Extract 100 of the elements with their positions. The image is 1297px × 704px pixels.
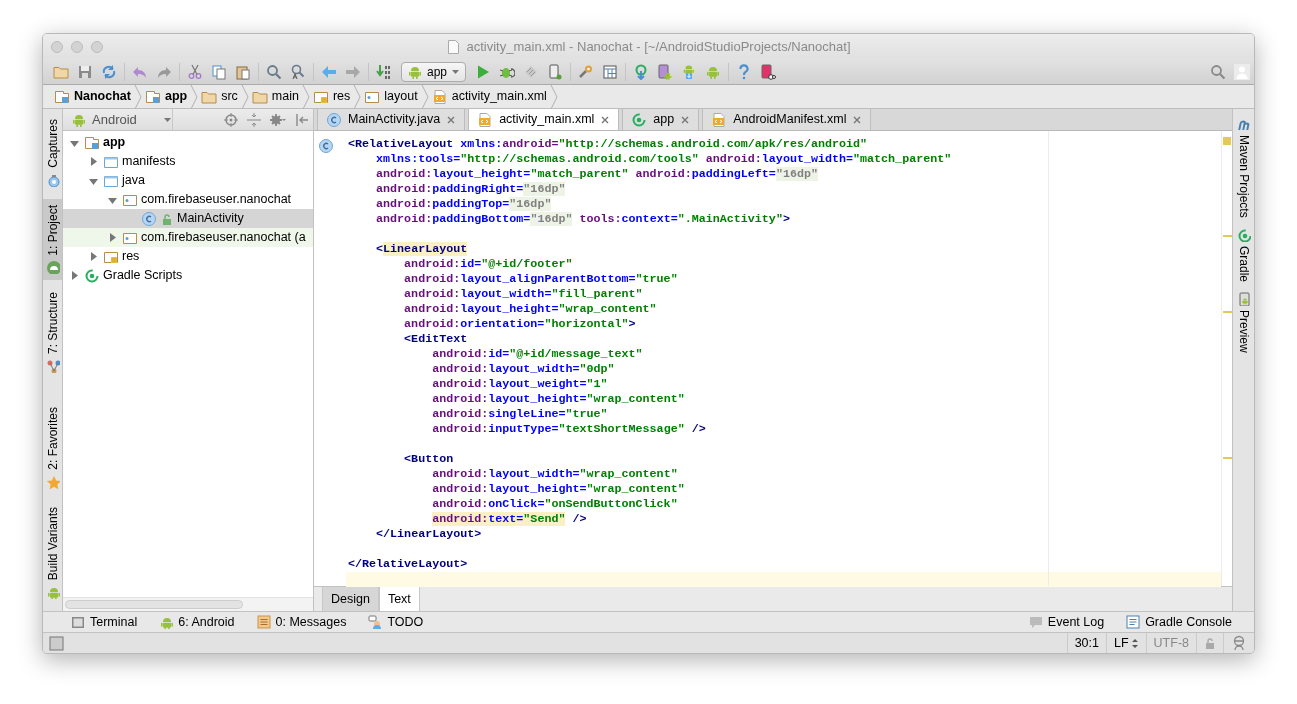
android-icon xyxy=(159,615,174,629)
tree-item[interactable]: Gradle Scripts xyxy=(63,266,313,285)
close-icon[interactable] xyxy=(600,114,611,125)
save-icon[interactable] xyxy=(77,63,93,80)
code-line: android:layout_width="0dp" xyxy=(431,362,616,377)
code-line: android:layout_height="wrap_content" xyxy=(431,482,686,497)
editor-tab[interactable]: activity_main.xml xyxy=(468,109,620,130)
breadcrumb-item[interactable]: activity_main.xml xyxy=(428,87,550,106)
search-icon[interactable] xyxy=(1210,63,1226,80)
class-icon xyxy=(141,210,157,227)
inspector-face-icon[interactable] xyxy=(1231,635,1247,651)
side-tab[interactable]: Captures xyxy=(43,119,62,168)
tool-window-button[interactable]: Gradle Console xyxy=(1126,612,1232,632)
breadcrumb-item[interactable]: main xyxy=(248,87,302,106)
search-icon[interactable] xyxy=(266,63,282,80)
code-line: </LinearLayout> xyxy=(375,527,483,542)
binary-download-icon[interactable] xyxy=(376,63,392,80)
tree-item[interactable]: MainActivity xyxy=(63,209,313,228)
side-tab[interactable]: Preview xyxy=(1234,309,1253,353)
code-line: xmlns:tools="http://schemas.android.com/tools" android:layout_width="match_parent" xyxy=(375,152,953,167)
device-android-icon[interactable] xyxy=(657,63,674,80)
code-line: <RelativeLayout xmlns:android="http://schemas.android.com/apk/res/android" xyxy=(347,137,869,152)
class-icon xyxy=(326,111,342,128)
breadcrumb-item[interactable]: app xyxy=(141,87,191,106)
device-bug-icon[interactable] xyxy=(547,63,564,80)
run-configuration-dropdown[interactable]: app xyxy=(401,61,467,82)
updown-arrows-icon xyxy=(1130,637,1139,649)
editor-view-tab[interactable]: Design xyxy=(322,587,379,611)
xml-file-icon xyxy=(431,88,448,105)
side-tab[interactable]: Gradle xyxy=(1234,245,1253,282)
code-line: <EditText xyxy=(403,332,469,347)
class-icon xyxy=(318,138,333,153)
star-icon xyxy=(45,474,60,489)
code-line: android:inputType="textShortMessage" /> xyxy=(431,422,707,437)
close-icon[interactable] xyxy=(852,114,863,125)
side-tab[interactable]: 7: Structure xyxy=(43,292,62,355)
code-line: android:layout_height="wrap_content" xyxy=(403,302,658,317)
collapse-all-icon[interactable] xyxy=(247,112,261,127)
breadcrumb-item[interactable]: src xyxy=(198,87,241,106)
code-line: android:layout_width="wrap_content" xyxy=(431,467,679,482)
copy-icon[interactable] xyxy=(211,63,227,80)
code-line: android:layout_width="fill_parent" xyxy=(403,287,644,302)
structure-icon xyxy=(45,359,60,374)
code-line: <Button xyxy=(403,452,455,467)
tree-item[interactable]: res xyxy=(63,247,313,266)
paste-icon[interactable] xyxy=(235,63,251,80)
replace-icon[interactable] xyxy=(290,63,306,80)
side-tab[interactable]: Maven Projects xyxy=(1234,135,1253,218)
editor-tab[interactable]: app xyxy=(622,109,700,130)
window-control-button[interactable] xyxy=(51,40,63,53)
coverage-icon[interactable] xyxy=(523,63,540,80)
camera-icon xyxy=(45,172,60,187)
lock-icon[interactable] xyxy=(1204,636,1216,650)
code-line: <LinearLayout xyxy=(375,242,469,257)
scissors-icon[interactable] xyxy=(187,63,203,80)
code-line: android:layout_height="match_parent" android:paddingLeft="16dp" xyxy=(375,167,819,182)
document-icon xyxy=(446,38,462,55)
window-control-button[interactable] xyxy=(91,40,103,53)
close-icon[interactable] xyxy=(446,114,457,125)
code-line: android:paddingRight="16dp" xyxy=(375,182,567,197)
hide-panel-icon[interactable] xyxy=(295,112,309,127)
preview-icon xyxy=(1236,291,1251,306)
tool-window-button[interactable]: 6: Android xyxy=(159,612,235,632)
editor-view-tab[interactable]: Text xyxy=(378,587,420,611)
tree-item[interactable]: app xyxy=(63,133,313,152)
tool-window-button[interactable]: Event Log xyxy=(1028,612,1105,632)
tree-item[interactable]: com.firebaseuser.nanochat (a xyxy=(63,228,313,247)
side-tab[interactable]: 2: Favorites xyxy=(43,407,62,470)
editor-tab[interactable]: AndroidManifest.xml xyxy=(702,109,872,130)
tool-window-button[interactable]: Terminal xyxy=(71,612,138,632)
settings-icon[interactable] xyxy=(270,112,286,127)
tool-windows-toggle-icon[interactable] xyxy=(49,635,64,651)
xml-file-icon xyxy=(711,111,728,128)
code-line: android:id="@+id/footer" xyxy=(403,257,574,272)
caret-position[interactable]: 30:1 xyxy=(1066,633,1106,653)
horizontal-scrollbar-thumb[interactable] xyxy=(65,600,243,609)
window-control-button[interactable] xyxy=(71,40,83,53)
breadcrumb-item[interactable]: Nanochat xyxy=(51,87,134,106)
tree-item[interactable]: manifests xyxy=(63,152,313,171)
device-record-icon[interactable] xyxy=(760,63,777,80)
tool-window-button[interactable]: 0: Messages xyxy=(256,612,347,632)
target-icon[interactable] xyxy=(224,112,238,127)
breadcrumb-item[interactable]: layout xyxy=(361,87,421,106)
tree-item[interactable]: com.firebaseuser.nanochat xyxy=(63,190,313,209)
android-head-icon xyxy=(45,260,60,275)
tree-item[interactable]: java xyxy=(63,171,313,190)
close-icon[interactable] xyxy=(680,114,691,125)
line-separator-selector[interactable]: LF xyxy=(1114,633,1129,653)
breadcrumb-item[interactable]: res xyxy=(309,87,354,106)
structure-grid-icon[interactable] xyxy=(602,63,619,80)
editor-tab[interactable]: MainActivity.java xyxy=(317,109,466,130)
forward-arrow-icon[interactable] xyxy=(345,63,361,80)
sync-icon[interactable] xyxy=(101,63,117,80)
gradle-icon xyxy=(1236,227,1251,242)
side-tab[interactable]: Build Variants xyxy=(43,506,62,580)
wrench-icon[interactable] xyxy=(578,63,595,80)
code-line: android:layout_weight="1" xyxy=(431,377,609,392)
code-line: android:layout_alignParentBottom="true" xyxy=(403,272,679,287)
messages-icon xyxy=(256,615,271,629)
tool-window-button[interactable]: TODO xyxy=(368,612,424,632)
